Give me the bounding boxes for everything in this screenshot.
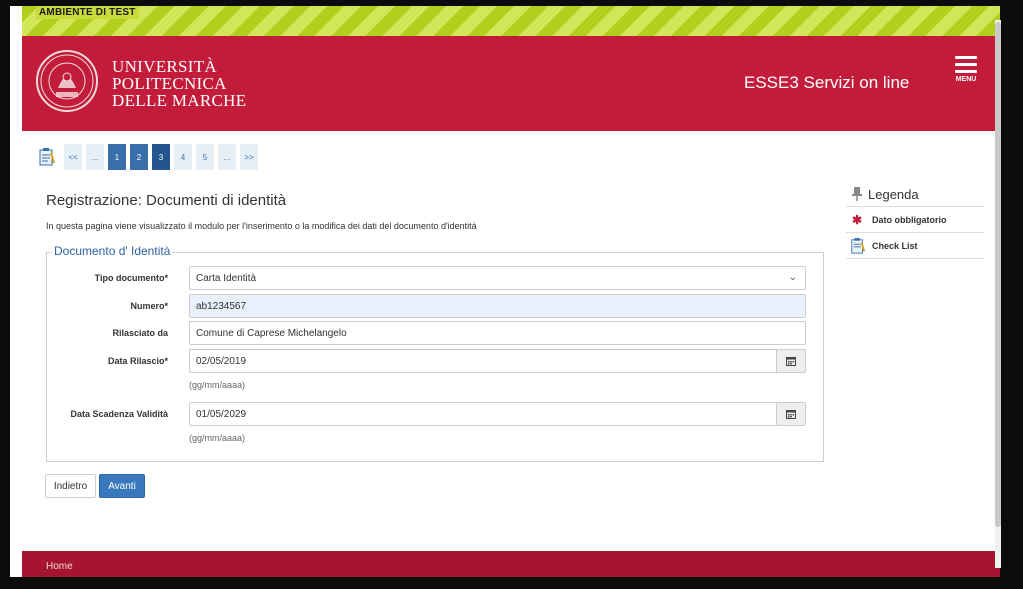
rilasciato-da-value: Comune di Caprese Michelangelo (196, 327, 347, 339)
hamburger-icon-bar (955, 70, 977, 73)
data-scadenza-format-hint: (gg/mm/aaaa) (189, 433, 246, 443)
page-description: In questa pagina viene visualizzato il m… (46, 221, 477, 231)
menu-button[interactable]: MENU (954, 56, 978, 83)
legend-panel: Legenda ✱ Dato obbligatorio Check List (846, 182, 984, 259)
pager-page-5[interactable]: 5 (196, 144, 214, 170)
tipo-documento-label: Tipo documento* (94, 273, 168, 283)
back-button[interactable]: Indietro (45, 474, 96, 498)
university-seal-logo[interactable] (36, 50, 98, 112)
legend-checklist-label: Check List (872, 240, 918, 251)
browser-viewport: AMBIENTE DI TEST UNIVERSITÀ POLITECNICA … (10, 6, 1000, 577)
data-rilascio-input[interactable]: 02/05/2019 (189, 349, 806, 373)
legend-required-label: Dato obbligatorio (872, 214, 947, 225)
numero-input[interactable]: ab1234567 (189, 294, 806, 318)
fieldset-legend: Documento d' Identità (52, 244, 173, 258)
rilasciato-da-label: Rilasciato da (112, 328, 168, 338)
required-star-icon: ✱ (851, 212, 863, 227)
numero-label: Numero* (130, 301, 168, 311)
calendar-icon[interactable] (776, 403, 805, 425)
tipo-documento-value: Carta Identità (196, 272, 257, 284)
legend-required: ✱ Dato obbligatorio (846, 207, 984, 233)
data-rilascio-format-hint: (gg/mm/aaaa) (189, 380, 246, 390)
pager-page-2[interactable]: 2 (130, 144, 148, 170)
pushpin-icon (852, 187, 862, 201)
test-environment-banner: AMBIENTE DI TEST (22, 6, 1000, 36)
pager-page-4[interactable]: 4 (174, 144, 192, 170)
next-button[interactable]: Avanti (99, 474, 145, 498)
checklist-icon[interactable] (38, 147, 56, 167)
legend-title: Legenda (868, 186, 919, 202)
site-header: UNIVERSITÀ POLITECNICA DELLE MARCHE ESSE… (22, 36, 1000, 131)
pager-page-1[interactable]: 1 (108, 144, 126, 170)
tipo-documento-select[interactable]: Carta Identità ⌄ (189, 266, 806, 290)
calendar-icon[interactable] (776, 350, 805, 372)
page-title: Registrazione: Documenti di identità (46, 192, 287, 209)
footer-home-link[interactable]: Home (46, 561, 73, 572)
site-title: ESSE3 Servizi on line (744, 73, 910, 92)
pager-last[interactable]: >> (240, 144, 258, 170)
university-name-line: UNIVERSITÀ (112, 57, 217, 76)
seal-emblem-icon (40, 54, 94, 108)
university-name-line: POLITECNICA (112, 74, 227, 93)
vertical-scrollbar-thumb[interactable] (995, 22, 1001, 527)
pager-ellipsis: ... (86, 144, 104, 170)
pager-page-3-current[interactable]: 3 (152, 144, 170, 170)
pager-first[interactable]: << (64, 144, 82, 170)
wizard-pager: << ... 1 2 3 4 5 ... >> (38, 144, 262, 170)
numero-value: ab1234567 (196, 300, 247, 312)
menu-label: MENU (955, 76, 977, 83)
data-scadenza-label: Data Scadenza Validità (70, 409, 168, 419)
legend-header: Legenda (846, 182, 984, 207)
university-name-line: DELLE MARCHE (112, 91, 247, 110)
pager-ellipsis: ... (218, 144, 236, 170)
data-rilascio-label: Data Rilascio* (107, 356, 168, 366)
site-footer: Home (22, 551, 1000, 577)
data-rilascio-value: 02/05/2019 (196, 355, 247, 367)
university-name[interactable]: UNIVERSITÀ POLITECNICA DELLE MARCHE (112, 58, 246, 109)
test-environment-label: AMBIENTE DI TEST (36, 6, 139, 19)
chevron-down-icon: ⌄ (788, 272, 797, 283)
data-scadenza-input[interactable]: 01/05/2029 (189, 402, 806, 426)
hamburger-icon-bar (955, 63, 977, 66)
legend-checklist[interactable]: Check List (846, 233, 984, 259)
checklist-icon (851, 237, 866, 254)
data-scadenza-value: 01/05/2029 (196, 408, 247, 420)
hamburger-icon (955, 56, 977, 59)
rilasciato-da-input[interactable]: Comune di Caprese Michelangelo (189, 321, 806, 345)
